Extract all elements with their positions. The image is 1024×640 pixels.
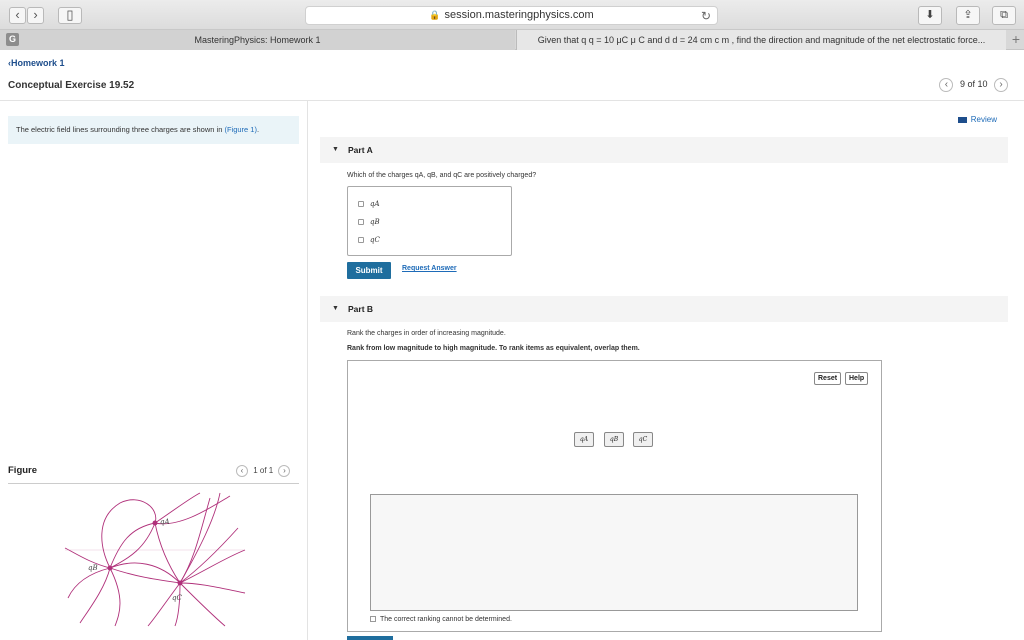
panel-divider (307, 101, 308, 640)
charge-b-dot (107, 565, 113, 571)
problem-pager: ‹ 9 of 10 › (939, 78, 1008, 92)
part-a-question: Which of the charges qA, qB, and qC are … (347, 172, 537, 179)
url-text: session.masteringphysics.com (444, 9, 594, 21)
ranking-widget: Reset Help qA qB qC The correct ranking … (347, 360, 882, 632)
checkbox[interactable] (358, 201, 364, 207)
checkbox[interactable] (358, 219, 364, 225)
rank-chip-qa[interactable]: qA (574, 432, 594, 447)
part-b-instruction: Rank from low magnitude to high magnitud… (347, 345, 640, 352)
rank-chip-qc[interactable]: qC (633, 432, 653, 447)
choice-qc[interactable]: qC (358, 236, 380, 244)
checkbox[interactable] (370, 616, 376, 623)
reset-button[interactable]: Reset (814, 372, 842, 385)
problem-intro: The electric field lines surrounding thr… (8, 116, 299, 144)
favicon-icon: G (6, 33, 19, 46)
figure-divider (8, 483, 299, 484)
sidebar-toggle-button[interactable]: ▯ (58, 7, 82, 24)
forward-button[interactable]: › (27, 7, 44, 24)
pager-text: 9 of 10 (959, 79, 988, 90)
prev-problem-button[interactable]: ‹ (939, 78, 954, 92)
part-a-header[interactable]: ▼ Part A (320, 137, 1008, 163)
choice-qb[interactable]: qB (358, 218, 380, 226)
cannot-determine-option[interactable]: The correct ranking cannot be determined… (370, 616, 512, 623)
header-divider (0, 100, 1024, 101)
figure-link[interactable]: (Figure 1) (224, 125, 257, 134)
tabs-overview-button[interactable]: ⧉ (992, 6, 1016, 25)
charge-c-label: qC (172, 594, 182, 602)
back-to-homework-link[interactable]: ‹Homework 1 (8, 58, 65, 68)
page-title: Conceptual Exercise 19.52 (8, 80, 135, 91)
charge-c-dot (177, 580, 183, 586)
collapse-icon: ▼ (332, 305, 339, 312)
field-lines-figure: qA qB qC (64, 492, 246, 627)
choice-qa[interactable]: qA (358, 200, 380, 208)
charge-a-label: qA (160, 518, 170, 526)
ranking-drop-zone[interactable] (370, 494, 858, 611)
part-b-question: Rank the charges in order of increasing … (347, 330, 506, 337)
checkbox[interactable] (358, 237, 364, 243)
figure-prev-button[interactable]: ‹ (236, 465, 248, 477)
submit-button[interactable]: Submit (347, 262, 391, 279)
tab-label: Given that q q = 10 μC μ C and d d = 24 … (537, 35, 986, 45)
figure-next-button[interactable]: › (278, 465, 291, 477)
part-a-choices: qA qB qC (347, 186, 512, 256)
tab-label: MasteringPhysics: Homework 1 (194, 35, 321, 45)
part-b-header[interactable]: ▼ Part B (320, 296, 1008, 322)
new-tab-icon[interactable]: + (1012, 31, 1020, 47)
download-button[interactable]: ⬇ (918, 6, 942, 25)
figure-label: Figure (8, 465, 38, 476)
tab-homework[interactable]: G MasteringPhysics: Homework 1 (0, 30, 515, 50)
request-answer-link[interactable]: Request Answer (402, 265, 457, 272)
tab-search[interactable]: Given that q q = 10 μC μ C and d d = 24 … (516, 30, 1006, 50)
review-icon (957, 116, 967, 123)
reload-icon[interactable]: ↻ (701, 8, 711, 25)
lock-icon: 🔒 (429, 10, 441, 20)
figure-pager: ‹ 1 of 1 › (236, 465, 291, 477)
address-bar[interactable]: 🔒 session.masteringphysics.com ↻ (305, 6, 718, 25)
back-button[interactable]: ‹ (9, 7, 26, 24)
share-button[interactable]: ⇪ (956, 6, 980, 25)
next-problem-button[interactable]: › (994, 78, 1008, 92)
browser-toolbar: ‹ › ▯ 🔒 session.masteringphysics.com ↻ ⬇ … (0, 0, 1024, 30)
charge-b-label: qB (88, 564, 98, 572)
review-link[interactable]: Review (957, 115, 997, 124)
part-b-submit-edge[interactable] (347, 636, 393, 640)
collapse-icon: ▼ (332, 146, 339, 153)
rank-chip-qb[interactable]: qB (604, 432, 624, 447)
charge-a-dot (152, 520, 158, 526)
tab-bar: G MasteringPhysics: Homework 1 Given tha… (0, 30, 1024, 50)
help-button[interactable]: Help (845, 372, 869, 385)
